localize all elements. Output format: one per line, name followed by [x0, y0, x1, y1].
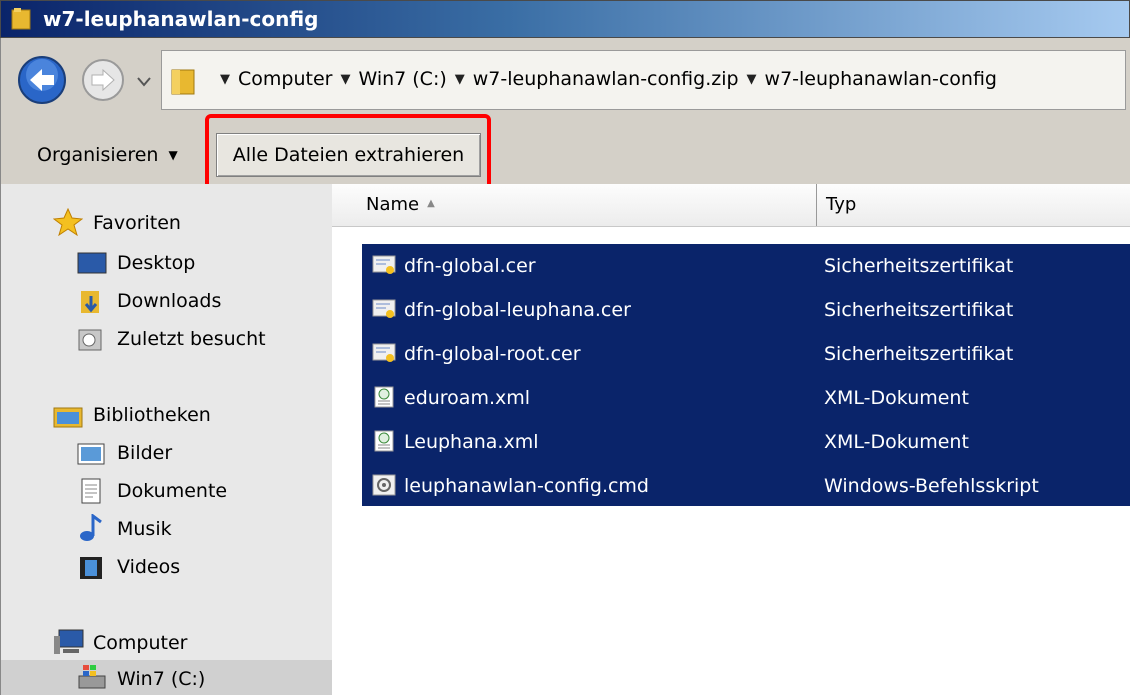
file-type: Windows-Befehlsskript [824, 475, 1039, 497]
star-icon [53, 208, 83, 236]
video-film-icon [80, 557, 102, 579]
column-name-label: Name [366, 194, 420, 215]
computer-icon [54, 629, 84, 654]
nav-desktop-label: Desktop [117, 252, 196, 274]
nav-pictures-label: Bilder [117, 442, 173, 464]
nav-videos-label: Videos [117, 556, 181, 578]
column-header: Name ▲ Typ [332, 184, 1130, 227]
chevron-down-icon[interactable]: ▼ [220, 72, 230, 87]
file-row[interactable]: dfn-global-root.cer Sicherheitszertifika… [362, 332, 1130, 376]
address-bar-area: ▼ Computer ▼ Win7 (C:) ▼ w7-leuphanawlan-conf… [0, 38, 1130, 120]
file-row[interactable]: dfn-global.cer Sicherheitszertifikat [362, 244, 1130, 288]
file-type: Sicherheitszertifikat [824, 255, 1014, 277]
xml-document-icon [374, 430, 394, 452]
file-type: XML-Dokument [824, 387, 969, 409]
sort-ascending-icon: ▲ [427, 198, 435, 209]
file-name: leuphanawlan-config.cmd [404, 475, 649, 497]
chevron-down-icon: ▼ [168, 148, 178, 162]
recent-places-icon [78, 329, 102, 351]
file-type: XML-Dokument [824, 431, 969, 453]
file-name: eduroam.xml [404, 387, 531, 409]
file-name: dfn-global.cer [404, 255, 536, 277]
xml-document-icon [374, 386, 394, 408]
certificate-icon [372, 255, 396, 274]
breadcrumb-zip[interactable]: w7-leuphanawlan-config.zip [473, 68, 739, 90]
nav-drive-label: Win7 (C:) [117, 668, 206, 690]
forward-button[interactable] [81, 58, 125, 102]
column-type-header[interactable]: Typ [826, 194, 856, 215]
extract-all-button[interactable]: Alle Dateien extrahieren [216, 133, 481, 177]
address-box[interactable]: ▼ Computer ▼ Win7 (C:) ▼ w7-leuphanawlan-conf… [161, 50, 1126, 110]
recent-pages-dropdown-icon[interactable] [135, 74, 153, 88]
nav-music-label: Musik [117, 518, 172, 540]
folder-icon [11, 8, 31, 30]
folder-icon [171, 69, 195, 95]
breadcrumb: ▼ Computer ▼ Win7 (C:) ▼ w7-leuphanawlan-conf… [212, 68, 997, 90]
file-type: Sicherheitszertifikat [824, 343, 1014, 365]
downloads-folder-icon [81, 291, 99, 313]
documents-icon [81, 478, 101, 504]
file-type: Sicherheitszertifikat [824, 299, 1014, 321]
nav-libraries-label: Bibliotheken [93, 404, 211, 426]
file-name: dfn-global-root.cer [404, 343, 581, 365]
file-row[interactable]: leuphanawlan-config.cmd Windows-Befehlss… [362, 464, 1130, 508]
column-name-header[interactable]: Name ▲ [366, 194, 435, 215]
music-note-icon [80, 514, 102, 541]
nav-documents-label: Dokumente [117, 480, 228, 502]
nav-recent-label: Zuletzt besucht [117, 328, 266, 350]
certificate-icon [372, 343, 396, 362]
back-button[interactable] [17, 55, 67, 105]
breadcrumb-computer[interactable]: Computer [238, 68, 332, 90]
file-row[interactable]: eduroam.xml XML-Dokument [362, 376, 1130, 420]
window-title: w7-leuphanawlan-config [43, 7, 319, 31]
file-name: dfn-global-leuphana.cer [404, 299, 631, 321]
breadcrumb-folder[interactable]: w7-leuphanawlan-config [765, 68, 997, 90]
command-bar: Organisieren ▼ Alle Dateien extrahieren [0, 120, 1130, 184]
title-bar: w7-leuphanawlan-config [0, 0, 1130, 38]
organize-button[interactable]: Organisieren ▼ [37, 144, 178, 166]
drive-icon [78, 665, 106, 689]
nav-downloads-label: Downloads [117, 290, 222, 312]
file-row[interactable]: Leuphana.xml XML-Dokument [362, 420, 1130, 464]
column-divider[interactable] [816, 184, 817, 226]
nav-computer-label: Computer [93, 632, 188, 654]
chevron-down-icon[interactable]: ▼ [455, 72, 465, 87]
file-name: Leuphana.xml [404, 431, 539, 453]
nav-favorites-label: Favoriten [93, 212, 181, 234]
organize-label: Organisieren [37, 144, 159, 166]
libraries-icon [53, 407, 83, 428]
pictures-icon [77, 443, 105, 465]
desktop-icon [77, 252, 107, 274]
file-list: Name ▲ Typ dfn-global.cer Sicherheitszert… [332, 184, 1130, 695]
chevron-down-icon[interactable]: ▼ [747, 72, 757, 87]
file-row[interactable]: dfn-global-leuphana.cer Sicherheitszerti… [362, 288, 1130, 332]
chevron-down-icon[interactable]: ▼ [340, 72, 350, 87]
script-icon [372, 474, 396, 496]
breadcrumb-drive[interactable]: Win7 (C:) [358, 68, 446, 90]
certificate-icon [372, 299, 396, 318]
navigation-pane: Favoriten Desktop Downloads Zuletzt besu… [0, 184, 333, 695]
